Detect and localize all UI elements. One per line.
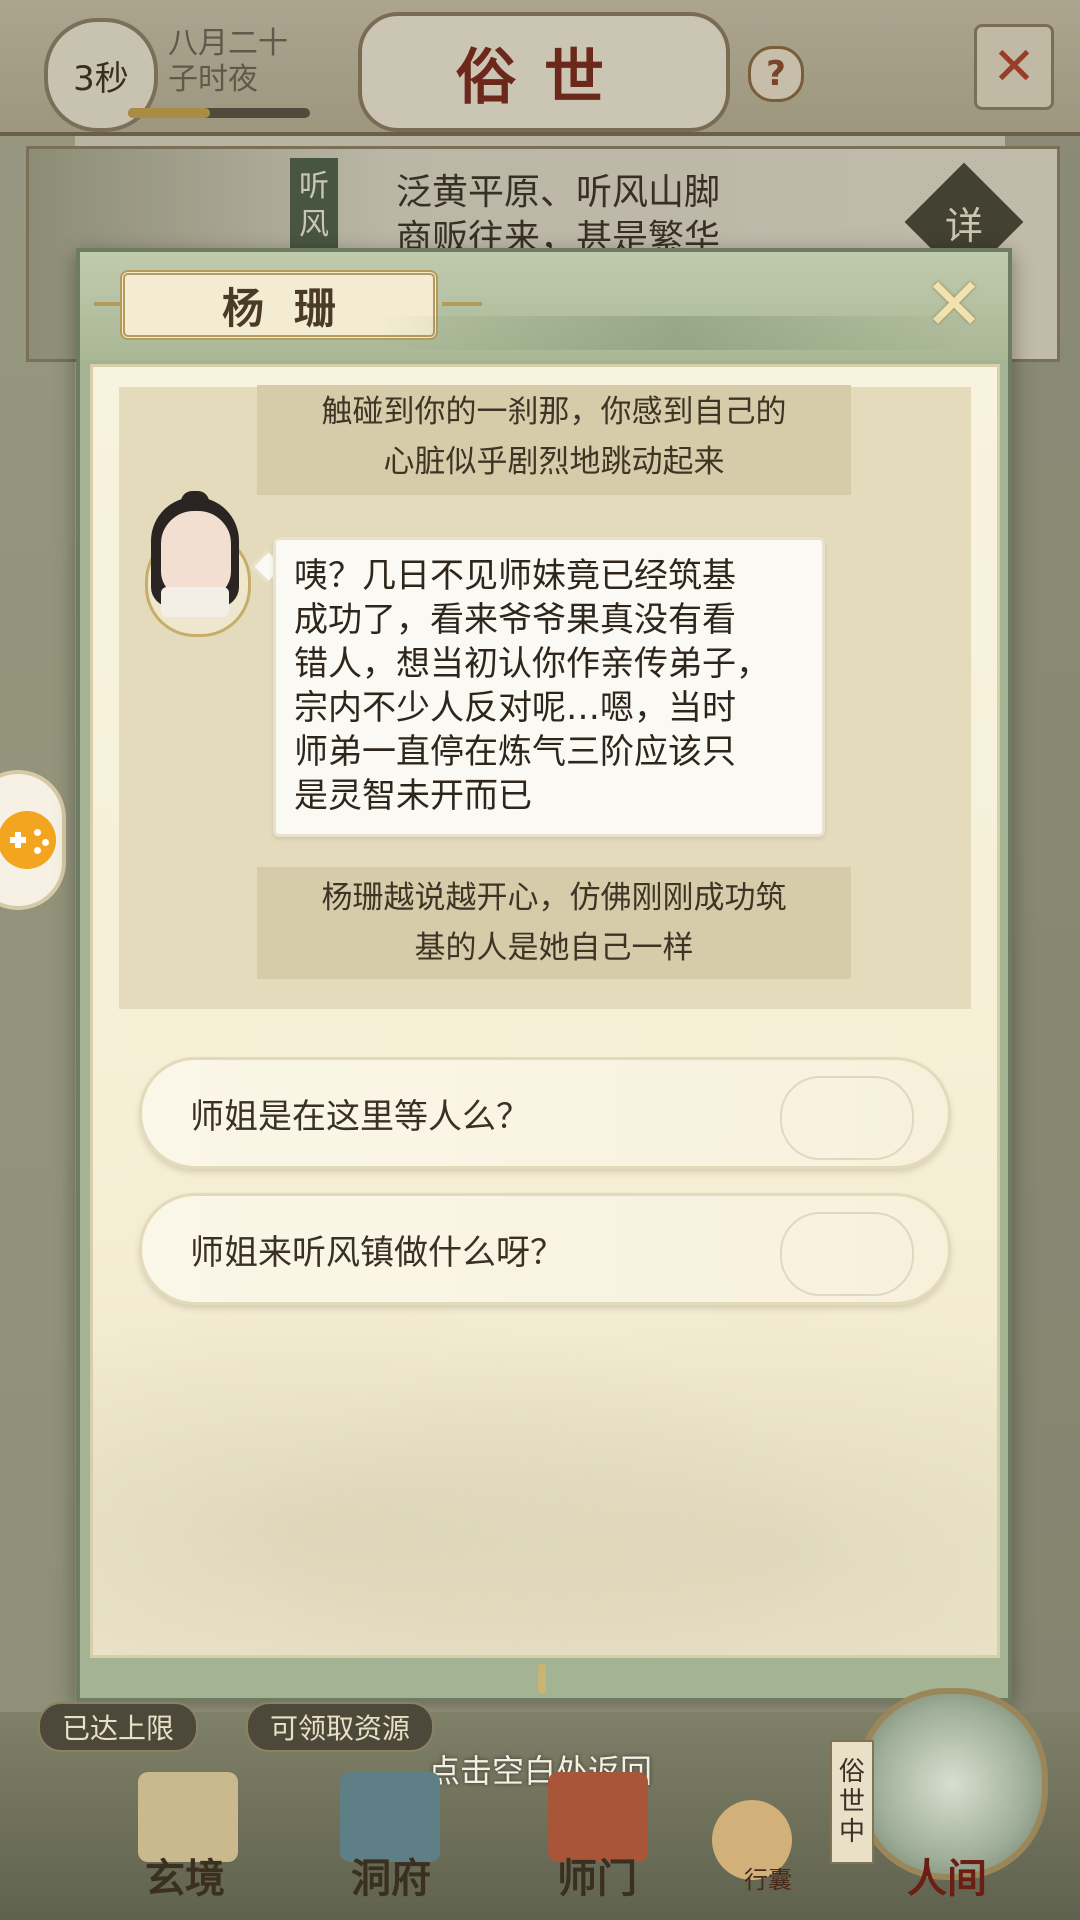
speaker-avatar <box>145 491 251 637</box>
claimable-resource-badge[interactable]: 可领取资源 <box>246 1702 435 1752</box>
narration-2: 杨珊越说越开心，仿佛刚刚成功筑 基的人是她自己一样 <box>257 867 851 979</box>
world-status-tag: 俗 世 中 <box>830 1740 874 1864</box>
dialog-window: 杨珊 ✕ 触碰到你的一刹那，你感到自己的 心脏似乎剧烈地跳动起来 咦？几日不见师… <box>76 248 1012 1702</box>
choice-label: 师姐来听风镇做什么呀？ <box>190 1232 564 1273</box>
cloud-icon <box>780 1212 914 1296</box>
close-x-icon: ✕ <box>923 262 985 346</box>
choice-label: 师姐是在这里等人么？ <box>190 1096 530 1137</box>
choice-option-2[interactable]: 师姐来听风镇做什么呀？ <box>139 1193 951 1305</box>
dialog-header: 杨珊 ✕ <box>80 252 1008 360</box>
nav-renjian[interactable]: 人间 <box>882 1846 1012 1904</box>
speech-line: 咦？几日不见师妹竟已经筑基 <box>294 556 736 596</box>
speech-line: 是灵智未开而已 <box>294 776 532 816</box>
side-floating-button[interactable] <box>0 770 66 910</box>
gamepad-icon <box>0 811 56 869</box>
world-tag-char: 世 <box>838 1787 865 1817</box>
dialog-paper: 触碰到你的一刹那，你感到自己的 心脏似乎剧烈地跳动起来 咦？几日不见师妹竟已经筑… <box>90 364 1000 1658</box>
close-button[interactable]: ✕ <box>922 262 986 346</box>
speaker-name-plate: 杨珊 <box>120 270 438 340</box>
speech-line: 宗内不少人反对呢…嗯，当时 <box>294 688 736 728</box>
dialogue-log: 触碰到你的一刹那，你感到自己的 心脏似乎剧烈地跳动起来 咦？几日不见师妹竟已经筑… <box>119 385 971 1009</box>
nav-xingnang[interactable]: 行囊 <box>744 1860 792 1895</box>
narration-1: 触碰到你的一刹那，你感到自己的 心脏似乎剧烈地跳动起来 <box>257 385 851 495</box>
choice-option-1[interactable]: 师姐是在这里等人么？ <box>139 1057 951 1169</box>
world-tag-char: 中 <box>838 1817 865 1847</box>
resource-cap-badge: 已达上限 <box>38 1702 199 1752</box>
speech-line: 错人，想当初认你作亲传弟子， <box>294 644 770 684</box>
speech-line: 师弟一直停在炼气三阶应该只 <box>294 732 736 772</box>
narration-2-line-1: 杨珊越说越开心，仿佛刚刚成功筑 <box>321 880 787 916</box>
dialog-tassel <box>538 1664 546 1694</box>
nav-shimen[interactable]: 师门 <box>532 1846 662 1904</box>
nav-xuanjing[interactable]: 玄境 <box>120 1846 250 1904</box>
narration-1-line-2: 心脏似乎剧烈地跳动起来 <box>383 444 725 480</box>
world-tag-char: 俗 <box>838 1757 865 1787</box>
nav-dongfu[interactable]: 洞府 <box>326 1846 456 1904</box>
cloud-icon <box>780 1076 914 1160</box>
narration-1-line-1: 触碰到你的一刹那，你感到自己的 <box>321 394 787 430</box>
speech-line: 成功了，看来爷爷果真没有看 <box>294 600 736 640</box>
name-plate-ornament-right <box>442 302 482 306</box>
narration-2-line-2: 基的人是她自己一样 <box>414 930 694 966</box>
speech-bubble: 咦？几日不见师妹竟已经筑基 成功了，看来爷爷果真没有看 错人，想当初认你作亲传弟… <box>273 537 825 837</box>
